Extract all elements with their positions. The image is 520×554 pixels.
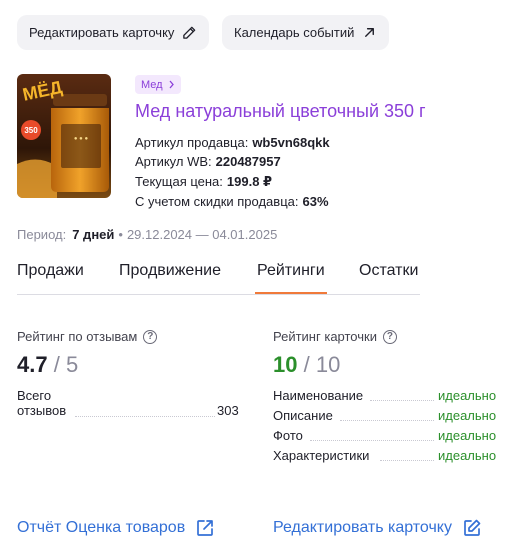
card-rating-label-row: Рейтинг карточки ?	[273, 329, 397, 344]
card-criterion-name: Наименование	[273, 388, 364, 403]
card-criterion-status: идеально	[438, 448, 497, 463]
tab-promotion[interactable]: Продвижение	[119, 262, 221, 280]
review-rating-max: 5	[65, 352, 79, 377]
wb-article-value: 220487957	[215, 154, 281, 169]
seller-article-label: Артикул продавца:	[135, 135, 249, 150]
review-rating-separator: /	[53, 352, 60, 377]
dotted-leader	[380, 460, 434, 461]
dotted-leader	[310, 440, 434, 441]
card-rating-label: Рейтинг карточки	[273, 329, 377, 344]
discount-row: С учетом скидки продавца: 63%	[135, 194, 329, 209]
period-range: 29.12.2024 — 04.01.2025	[126, 227, 278, 242]
pencil-icon	[183, 26, 196, 39]
total-reviews-value: 303	[217, 403, 239, 418]
help-icon[interactable]: ?	[143, 329, 158, 344]
events-calendar-button[interactable]: Календарь событий	[222, 15, 390, 50]
events-calendar-button-label: Календарь событий	[234, 25, 355, 40]
card-criterion-status: идеально	[438, 428, 497, 443]
dotted-leader	[370, 400, 434, 401]
tab-sales[interactable]: Продажи	[17, 262, 84, 280]
card-criterion-status: идеально	[438, 388, 497, 403]
period-dot-separator: •	[118, 227, 123, 242]
card-rating-value-row: 10 / 10	[273, 352, 340, 378]
price-value: 199.8 ₽	[226, 174, 273, 189]
product-image[interactable]: ● ● ● 350 МЁД	[17, 74, 111, 198]
chevron-right-icon	[169, 80, 174, 89]
card-rating-value: 10	[273, 352, 298, 377]
total-reviews-label-1: Всего	[17, 388, 52, 403]
dotted-leader	[340, 420, 434, 421]
review-rating-value-row: 4.7 / 5	[17, 352, 78, 378]
edit-card-link[interactable]: Редактировать карточку	[273, 518, 482, 538]
tabs-bar: Продажи Продвижение Рейтинги Остатки	[17, 262, 420, 295]
period-label: Период:	[17, 227, 67, 242]
period-value[interactable]: 7 дней	[72, 227, 114, 242]
product-title[interactable]: Мед натуральный цветочный 350 г	[135, 101, 426, 122]
edit-card-button[interactable]: Редактировать карточку	[17, 15, 210, 50]
external-link-icon	[197, 520, 214, 536]
card-criterion-name: Характеристики	[273, 448, 370, 463]
card-criterion-status: идеально	[438, 408, 497, 423]
review-rating-label-row: Рейтинг по отзывам ?	[17, 329, 158, 344]
edit-card-link-label: Редактировать карточку	[273, 519, 452, 536]
category-label: Мед	[141, 78, 163, 91]
edit-card-button-label: Редактировать карточку	[29, 25, 175, 40]
report-link[interactable]: Отчёт Оценка товаров	[17, 518, 215, 538]
category-badge[interactable]: Мед	[135, 75, 181, 94]
review-rating-value: 4.7	[17, 352, 48, 377]
card-criterion-name: Описание	[273, 408, 333, 423]
seller-article-row: Артикул продавца: wb5vn68qkk	[135, 135, 330, 150]
dotted-leader	[75, 416, 215, 417]
discount-label: С учетом скидки продавца:	[135, 194, 299, 209]
edit-icon	[464, 519, 481, 536]
total-reviews-label-2: отзывов	[17, 403, 67, 418]
tab-ratings[interactable]: Рейтинги	[255, 262, 327, 294]
card-rating-max: 10	[315, 352, 341, 377]
card-criterion-name: Фото	[273, 428, 303, 443]
discount-value: 63%	[302, 194, 329, 209]
product-image-weight: 350	[24, 126, 38, 135]
price-row: Текущая цена: 199.8 ₽	[135, 174, 272, 190]
price-label: Текущая цена:	[135, 174, 223, 189]
period-row: Период: 7 дней • 29.12.2024 — 04.01.2025	[17, 227, 277, 242]
help-icon[interactable]: ?	[382, 329, 397, 344]
card-rating-separator: /	[303, 352, 310, 377]
seller-article-value: wb5vn68qkk	[252, 135, 330, 150]
tab-stock[interactable]: Остатки	[359, 262, 418, 280]
svg-text:● ● ●: ● ● ●	[74, 136, 89, 142]
wb-article-row: Артикул WB: 220487957	[135, 154, 281, 169]
report-link-label: Отчёт Оценка товаров	[17, 519, 186, 536]
wb-article-label: Артикул WB:	[135, 154, 212, 169]
review-rating-label: Рейтинг по отзывам	[17, 329, 138, 344]
arrow-up-right-icon	[365, 28, 375, 37]
